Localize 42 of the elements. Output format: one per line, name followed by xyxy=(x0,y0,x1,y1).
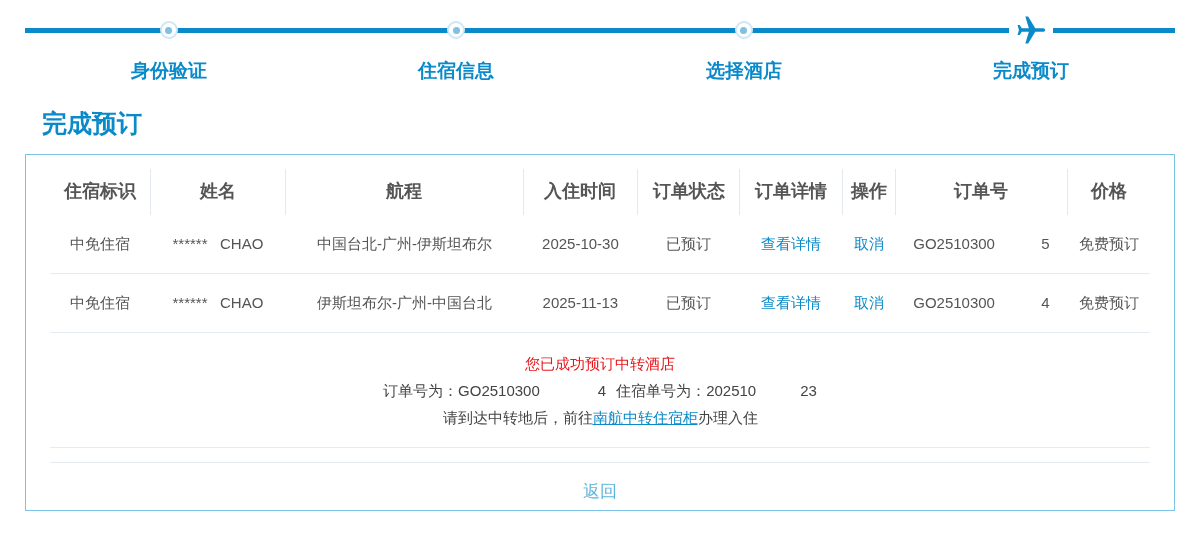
details-link[interactable]: 查看详情 xyxy=(760,293,821,311)
column-header: 订单详情 xyxy=(739,168,843,215)
table-cell: 2025-10-30 xyxy=(542,234,619,252)
counter-link[interactable]: 南航中转住宿柜 xyxy=(592,409,698,426)
page-title: 完成预订 xyxy=(42,107,143,138)
table-cell: 已预订 xyxy=(666,234,712,252)
column-header: 入住时间 xyxy=(523,168,638,215)
table-cell: 中免住宿 xyxy=(70,293,131,311)
column-header: 航程 xyxy=(285,168,524,215)
table-cell: ****** CHAO xyxy=(172,293,264,311)
table-cell: 中国台北-广州-伊斯坦布尔 xyxy=(316,234,492,252)
step-label: 住宿信息 xyxy=(418,59,495,83)
table-cell: 伊斯坦布尔-广州-中国台北 xyxy=(316,293,492,311)
cancel-link[interactable]: 取消 xyxy=(853,293,884,311)
table-cell: 中免住宿 xyxy=(70,234,131,252)
order-number-suffix: 4 xyxy=(597,381,607,401)
step-label: 完成预订 xyxy=(993,59,1070,83)
column-header: 操作 xyxy=(842,168,896,215)
table-cell-text: GO2510300 xyxy=(913,233,995,254)
stay-number-suffix: 23 xyxy=(800,381,817,401)
success-message: 您已成功预订中转酒店 xyxy=(525,354,675,374)
column-header: 姓名 xyxy=(150,168,286,215)
instruction-text: 请到达中转地后，前往南航中转住宿柜办理入住 xyxy=(442,408,758,428)
column-header: 订单状态 xyxy=(637,168,740,215)
order-number-text: 订单号为：GO2510300 xyxy=(383,381,540,401)
back-link[interactable]: 返回 xyxy=(583,479,617,505)
details-link[interactable]: 查看详情 xyxy=(760,234,821,252)
table-cell: 免费预订 xyxy=(1078,293,1139,311)
column-header: 住宿标识 xyxy=(50,168,151,215)
cancel-link[interactable]: 取消 xyxy=(853,234,884,252)
table-cell-text: GO2510300 xyxy=(913,292,995,313)
stay-number-text: 住宿单号为：202510 xyxy=(616,381,757,401)
column-header: 订单号 xyxy=(895,168,1068,215)
table-cell: 已预订 xyxy=(666,293,712,311)
step-label: 选择酒店 xyxy=(705,59,782,83)
table-cell: ****** CHAO xyxy=(172,234,264,252)
column-header: 价格 xyxy=(1067,168,1150,215)
order-suffix: 4 xyxy=(1041,292,1050,313)
step-label: 身份验证 xyxy=(130,59,207,83)
table-cell: 免费预订 xyxy=(1078,234,1139,252)
order-suffix: 5 xyxy=(1041,233,1050,254)
table-cell: 2025-11-13 xyxy=(542,293,619,311)
